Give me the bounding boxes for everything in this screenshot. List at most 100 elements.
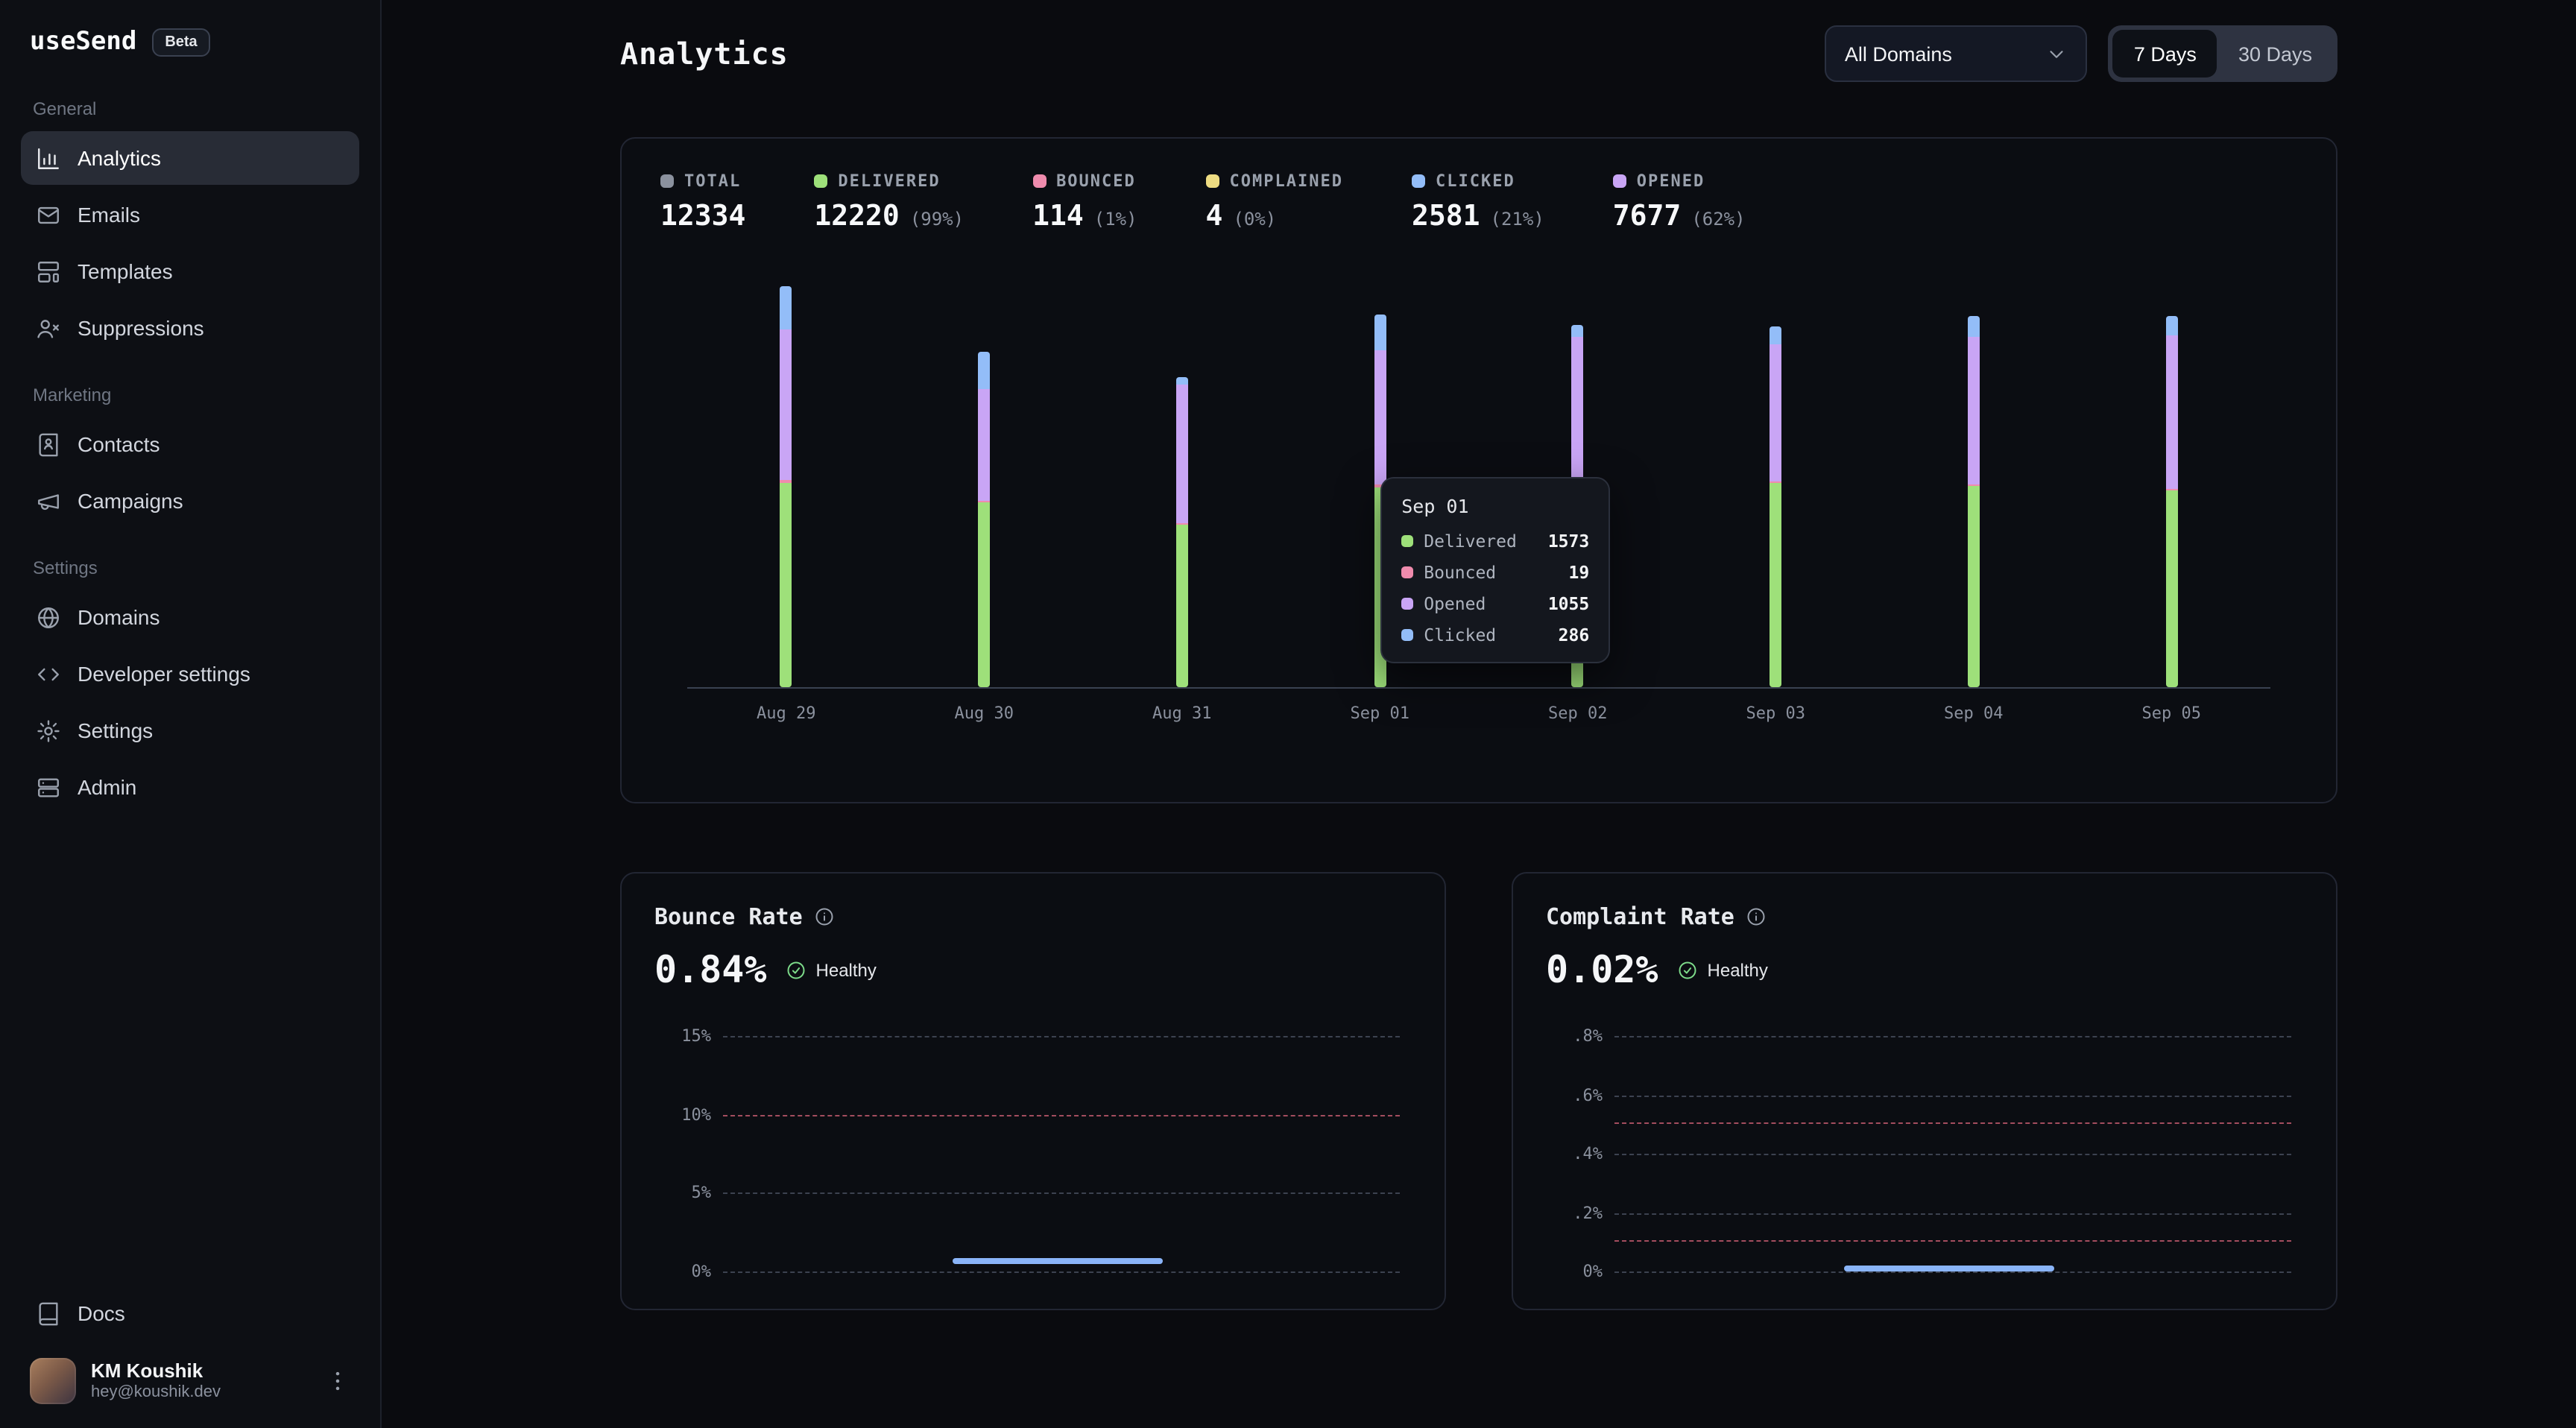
user-x-icon: [36, 315, 61, 341]
sidebar-item-domains[interactable]: Domains: [21, 590, 359, 644]
sidebar-item-label: Settings: [78, 718, 153, 742]
status-label: Healthy: [816, 959, 877, 980]
sidebar-item-label: Admin: [78, 775, 136, 799]
stat-header: OPENED: [1613, 171, 1746, 191]
range-7-days-button[interactable]: 7 Days: [2113, 30, 2217, 78]
stat-opened: OPENED 7677(62%): [1613, 171, 1746, 233]
sidebar: useSend Beta GeneralAnalyticsEmailsTempl…: [0, 0, 382, 1428]
complaint-rate-card: Complaint Rate 0.02% Healthy .8%.6%.4%.2…: [1512, 872, 2337, 1310]
info-icon[interactable]: [1746, 906, 1767, 927]
stat-percent: (1%): [1094, 209, 1137, 230]
x-axis-labels: Aug 29Aug 30Aug 31Sep 01Sep 02Sep 03Sep …: [687, 704, 2270, 723]
main-header: Analytics All Domains 7 Days30 Days: [620, 21, 2337, 86]
x-axis-label: Aug 30: [886, 704, 1084, 723]
x-axis-label: Sep 01: [1281, 704, 1480, 723]
tooltip-rows: Delivered1573Bounced19Opened1055Clicked2…: [1401, 531, 1589, 645]
y-axis-label: .8%: [1546, 1026, 1603, 1046]
stat-dot: [1613, 174, 1626, 188]
server-icon: [36, 774, 61, 800]
sidebar-nav: GeneralAnalyticsEmailsTemplatesSuppressi…: [21, 69, 359, 817]
range-30-days-button[interactable]: 30 Days: [2217, 30, 2333, 78]
card-title: Complaint Rate: [1546, 903, 1734, 930]
x-axis-label: Aug 29: [687, 704, 886, 723]
bar-aug-29: [780, 286, 792, 687]
tooltip-series-name: Clicked: [1424, 625, 1496, 645]
stat-dot: [660, 174, 674, 188]
threshold-line: [1614, 1123, 2291, 1125]
stat-percent: (0%): [1233, 209, 1276, 230]
legend-dot: [1401, 566, 1413, 578]
sidebar-item-label: Suppressions: [78, 316, 204, 340]
stat-bounced: BOUNCED114(1%): [1032, 171, 1137, 233]
bar-column-sep-04[interactable]: [1875, 286, 2073, 687]
bar-segment-clicked: [978, 352, 990, 389]
date-range-toggle: 7 Days30 Days: [2109, 25, 2337, 82]
user-menu[interactable]: KM Koushik hey@koushik.dev: [21, 1343, 359, 1410]
bar-column-aug-29[interactable]: [687, 286, 886, 687]
user-meta: KM Koushik hey@koushik.dev: [91, 1359, 221, 1403]
check-circle-icon: [786, 959, 807, 980]
sidebar-item-analytics[interactable]: Analytics: [21, 131, 359, 185]
gridline: [723, 1036, 1400, 1037]
sidebar-item-contacts[interactable]: Contacts: [21, 417, 359, 471]
stat-value-row: 12334: [660, 200, 745, 233]
stat-total: TOTAL12334: [660, 171, 745, 233]
stat-label: OPENED: [1637, 171, 1705, 191]
gridline: [1614, 1154, 2291, 1155]
user-email: hey@koushik.dev: [91, 1383, 221, 1404]
app-root: useSend Beta GeneralAnalyticsEmailsTempl…: [0, 0, 2576, 1428]
domain-filter-select[interactable]: All Domains: [1825, 25, 2088, 82]
sidebar-item-developer-settings[interactable]: Developer settings: [21, 647, 359, 701]
stat-header: DELIVERED: [814, 171, 964, 191]
sidebar-item-label: Campaigns: [78, 489, 183, 513]
stat-value: 12220: [814, 200, 899, 233]
tooltip-series-value: 1573: [1548, 531, 1589, 552]
bar-aug-30: [978, 352, 990, 688]
y-axis-label: .4%: [1546, 1144, 1603, 1163]
sidebar-item-docs[interactable]: Docs: [21, 1286, 359, 1340]
complaint-rate-chart: .8%.6%.4%.2%0%: [1614, 1036, 2291, 1271]
stat-value: 2581: [1412, 200, 1480, 233]
info-icon[interactable]: [815, 906, 836, 927]
y-axis-label: 0%: [654, 1262, 711, 1281]
gridline: [1614, 1036, 2291, 1037]
bounce-rate-card: Bounce Rate 0.84% Healthy 15%10%5%0%: [620, 872, 1446, 1310]
stat-value: 7677: [1613, 200, 1682, 233]
bounce-rate-chart: 15%10%5%0%: [723, 1036, 1400, 1271]
tooltip-row-opened: Opened1055: [1401, 593, 1589, 614]
bar-segment-delivered: [1968, 487, 1980, 687]
x-axis-label: Aug 31: [1083, 704, 1281, 723]
sidebar-item-suppressions[interactable]: Suppressions: [21, 301, 359, 355]
dots-vertical-icon[interactable]: [325, 1368, 350, 1394]
status-badge: Healthy: [786, 959, 877, 980]
bar-column-sep-03[interactable]: [1677, 286, 1875, 687]
rate-series-line: [953, 1258, 1163, 1264]
tooltip-row-clicked: Clicked286: [1401, 625, 1589, 645]
tooltip-series-name: Bounced: [1424, 562, 1496, 583]
sidebar-item-settings[interactable]: Settings: [21, 704, 359, 757]
main-content: Analytics All Domains 7 Days30 Days TOTA…: [382, 0, 2576, 1428]
bar-segment-clicked: [1572, 326, 1584, 337]
stat-value-row: 7677(62%): [1613, 200, 1746, 233]
bar-column-aug-31[interactable]: [1083, 286, 1281, 687]
bar-segment-delivered: [1176, 525, 1188, 687]
bar-segment-delivered: [2165, 491, 2177, 687]
chart-tooltip: Sep 01 Delivered1573Bounced19Opened1055C…: [1380, 477, 1610, 663]
complaint-rate-value-row: 0.02% Healthy: [1546, 948, 2303, 991]
stat-clicked: CLICKED2581(21%): [1412, 171, 1544, 233]
sidebar-item-emails[interactable]: Emails: [21, 188, 359, 241]
bar-column-sep-05[interactable]: [2073, 286, 2271, 687]
stat-value: 4: [1206, 200, 1223, 233]
email-volume-chart: Aug 29Aug 30Aug 31Sep 01Sep 02Sep 03Sep …: [660, 286, 2297, 723]
avatar: [30, 1358, 76, 1404]
sidebar-item-admin[interactable]: Admin: [21, 760, 359, 814]
template-icon: [36, 259, 61, 284]
sidebar-item-campaigns[interactable]: Campaigns: [21, 474, 359, 528]
x-axis-label: Sep 02: [1479, 704, 1677, 723]
bar-column-aug-30[interactable]: [886, 286, 1084, 687]
tooltip-title: Sep 01: [1401, 495, 1589, 517]
complaint-rate-title-row: Complaint Rate: [1546, 903, 2303, 930]
sidebar-item-templates[interactable]: Templates: [21, 244, 359, 298]
gridline: [1614, 1213, 2291, 1214]
bar-segment-opened: [1770, 344, 1781, 481]
